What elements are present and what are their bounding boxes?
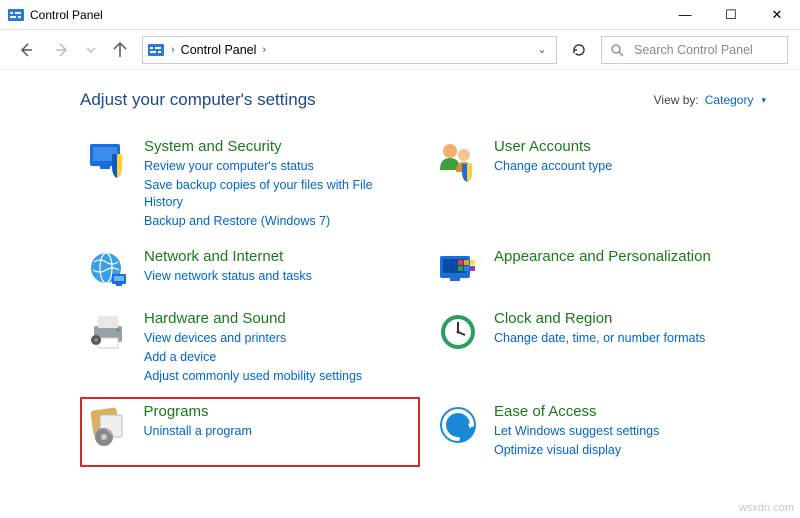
category-title-link[interactable]: Network and Internet <box>144 248 312 266</box>
category-title-link[interactable]: User Accounts <box>494 138 612 156</box>
printer-icon <box>86 310 130 354</box>
globe-network-icon <box>86 248 130 292</box>
shield-monitor-icon <box>86 138 130 182</box>
search-input[interactable] <box>632 42 779 58</box>
user-accounts-icon <box>436 138 480 182</box>
category-sublink[interactable]: Save backup copies of your files with Fi… <box>144 177 414 211</box>
category-sublink[interactable]: Backup and Restore (Windows 7) <box>144 213 414 230</box>
view-by-label: View by: <box>654 93 699 107</box>
forward-button[interactable] <box>48 36 76 64</box>
category-sublink[interactable]: View devices and printers <box>144 330 362 347</box>
search-box[interactable] <box>601 36 788 64</box>
clock-icon <box>436 310 480 354</box>
category-title-link[interactable]: System and Security <box>144 138 414 156</box>
address-bar[interactable]: › Control Panel › ⌄ <box>142 36 557 64</box>
view-by-value: Category <box>705 93 754 107</box>
chevron-down-icon: ▾ <box>761 95 766 106</box>
category-sublink[interactable]: Review your computer's status <box>144 158 414 175</box>
control-panel-icon <box>147 41 165 59</box>
category-hardware: Hardware and Sound View devices and prin… <box>80 304 420 393</box>
window-controls: — ☐ ✕ <box>662 0 800 29</box>
category-title-link[interactable]: Clock and Region <box>494 310 705 328</box>
category-system-security: System and Security Review your computer… <box>80 132 420 238</box>
category-sublink[interactable]: View network status and tasks <box>144 268 312 285</box>
view-by-selector[interactable]: View by: Category ▾ <box>654 93 766 107</box>
appearance-icon <box>436 248 480 292</box>
address-dropdown-icon[interactable]: ⌄ <box>532 43 552 56</box>
navigation-bar: › Control Panel › ⌄ <box>0 30 800 70</box>
maximize-button[interactable]: ☐ <box>708 0 754 29</box>
minimize-button[interactable]: — <box>662 0 708 29</box>
category-sublink[interactable]: Uninstall a program <box>144 423 252 440</box>
category-grid: System and Security Review your computer… <box>80 132 766 467</box>
category-sublink[interactable]: Let Windows suggest settings <box>494 423 659 440</box>
control-panel-app-icon <box>8 7 24 23</box>
category-sublink[interactable]: Change date, time, or number formats <box>494 330 705 347</box>
up-button[interactable] <box>106 36 134 64</box>
category-user-accounts: User Accounts Change account type <box>430 132 760 238</box>
category-title-link[interactable]: Hardware and Sound <box>144 310 362 328</box>
category-appearance: Appearance and Personalization <box>430 242 760 300</box>
search-icon <box>610 43 624 57</box>
breadcrumb-separator-icon[interactable]: › <box>171 44 175 56</box>
programs-icon <box>86 403 130 447</box>
close-button[interactable]: ✕ <box>754 0 800 29</box>
heading-row: Adjust your computer's settings View by:… <box>80 90 766 110</box>
ease-of-access-icon <box>436 403 480 447</box>
category-sublink[interactable]: Adjust commonly used mobility settings <box>144 368 362 385</box>
window-title: Control Panel <box>30 8 103 22</box>
breadcrumb-separator-icon[interactable]: › <box>262 44 266 56</box>
refresh-button[interactable] <box>565 36 593 64</box>
category-title-link[interactable]: Ease of Access <box>494 403 659 421</box>
back-button[interactable] <box>12 36 40 64</box>
category-sublink[interactable]: Add a device <box>144 349 362 366</box>
category-sublink[interactable]: Optimize visual display <box>494 442 659 459</box>
recent-locations-dropdown[interactable] <box>84 36 98 64</box>
category-clock: Clock and Region Change date, time, or n… <box>430 304 760 393</box>
category-title-link[interactable]: Programs <box>144 403 252 421</box>
titlebar: Control Panel — ☐ ✕ <box>0 0 800 30</box>
page-heading: Adjust your computer's settings <box>80 90 316 110</box>
category-programs: Programs Uninstall a program <box>80 397 420 467</box>
category-sublink[interactable]: Change account type <box>494 158 612 175</box>
content-area: Adjust your computer's settings View by:… <box>0 70 800 467</box>
breadcrumb-control-panel[interactable]: Control Panel <box>181 43 257 57</box>
category-network: Network and Internet View network status… <box>80 242 420 300</box>
category-ease-of-access: Ease of Access Let Windows suggest setti… <box>430 397 760 467</box>
category-title-link[interactable]: Appearance and Personalization <box>494 248 711 266</box>
watermark: wsxdn.com <box>739 502 794 514</box>
